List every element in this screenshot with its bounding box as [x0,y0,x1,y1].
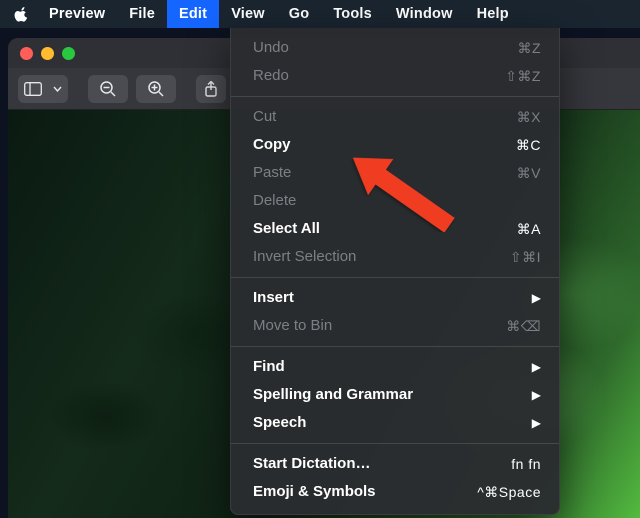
menu-separator [231,443,559,444]
menu-item-paste: Paste ⌘V [231,159,559,187]
window-minimize-button[interactable] [41,47,54,60]
menu-item-emoji-symbols[interactable]: Emoji & Symbols ^⌘Space [231,478,559,506]
menu-item-undo: Undo ⌘Z [231,34,559,62]
submenu-arrow-icon: ▶ [532,287,541,309]
menu-help[interactable]: Help [465,0,521,28]
menu-item-spelling-grammar[interactable]: Spelling and Grammar ▶ [231,381,559,409]
share-button[interactable] [196,75,226,103]
window-close-button[interactable] [20,47,33,60]
menu-item-delete: Delete [231,187,559,215]
menu-separator [231,96,559,97]
menu-item-cut: Cut ⌘X [231,103,559,131]
menu-item-copy[interactable]: Copy ⌘C [231,131,559,159]
menu-file[interactable]: File [117,0,167,28]
menu-view[interactable]: View [219,0,277,28]
submenu-arrow-icon: ▶ [532,384,541,406]
menu-item-invert-selection: Invert Selection ⇧⌘I [231,243,559,271]
zoom-out-button[interactable] [88,75,128,103]
submenu-arrow-icon: ▶ [532,412,541,434]
menu-item-select-all[interactable]: Select All ⌘A [231,215,559,243]
menu-edit[interactable]: Edit [167,0,219,28]
menu-window[interactable]: Window [384,0,465,28]
zoom-in-button[interactable] [136,75,176,103]
menu-separator [231,346,559,347]
menu-item-start-dictation[interactable]: Start Dictation… fn fn [231,450,559,478]
menu-item-find[interactable]: Find ▶ [231,353,559,381]
submenu-arrow-icon: ▶ [532,356,541,378]
window-zoom-button[interactable] [62,47,75,60]
menu-item-move-to-bin: Move to Bin ⌘⌫ [231,312,559,340]
sidebar-toggle-button[interactable] [18,75,68,103]
menu-item-insert[interactable]: Insert ▶ [231,284,559,312]
menu-separator [231,277,559,278]
menu-app-name[interactable]: Preview [37,0,117,28]
menu-tools[interactable]: Tools [321,0,384,28]
menu-item-speech[interactable]: Speech ▶ [231,409,559,437]
window-traffic-lights [20,47,75,60]
edit-menu-dropdown: Undo ⌘Z Redo ⇧⌘Z Cut ⌘X Copy ⌘C Paste ⌘V… [230,28,560,515]
menu-item-redo: Redo ⇧⌘Z [231,62,559,90]
menu-go[interactable]: Go [277,0,322,28]
menubar: Preview File Edit View Go Tools Window H… [0,0,640,28]
apple-menu-icon[interactable] [14,6,29,23]
